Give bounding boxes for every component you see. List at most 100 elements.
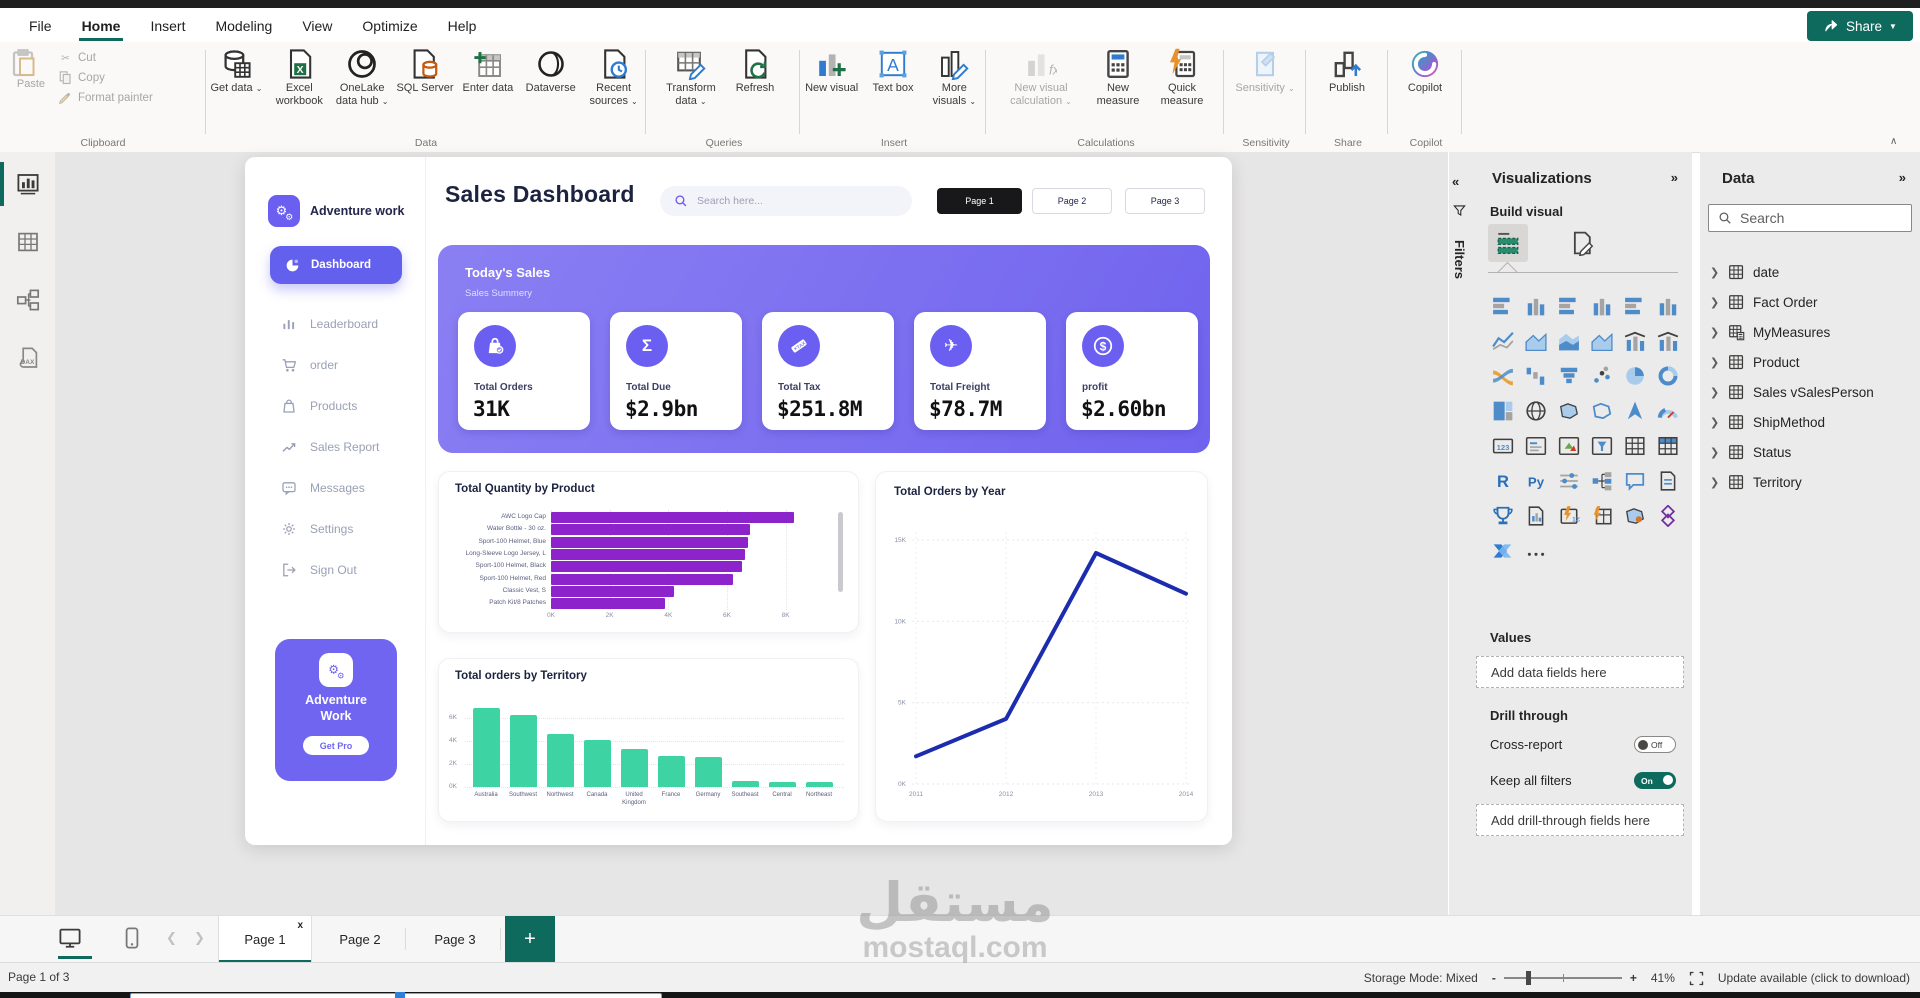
mobile-layout-button[interactable] xyxy=(120,926,144,950)
stacked-area-chart-icon[interactable] xyxy=(1552,323,1585,358)
power-automate-icon[interactable] xyxy=(1486,533,1519,568)
map-icon[interactable] xyxy=(1519,393,1552,428)
data-search-input[interactable]: Search xyxy=(1708,204,1912,232)
sql-server-button[interactable]: SQL Server xyxy=(395,48,456,108)
gauge-icon[interactable] xyxy=(1651,393,1684,428)
collapse-data-pane-icon[interactable]: » xyxy=(1899,170,1906,185)
quick-measure-button[interactable]: Quick measure xyxy=(1151,48,1213,108)
update-available-link[interactable]: Update available (click to download) xyxy=(1718,971,1910,985)
zoom-in-icon[interactable]: + xyxy=(1630,971,1637,985)
data-table-sales-vsalesperson[interactable]: ❯ Sales vSalesPerson xyxy=(1710,384,1874,401)
copilot-button[interactable]: Copilot xyxy=(1394,48,1456,95)
area-chart-icon[interactable] xyxy=(1519,323,1552,358)
waterfall-chart-icon[interactable] xyxy=(1519,358,1552,393)
slicer-icon[interactable] xyxy=(1585,428,1618,463)
clustered-column-chart-icon[interactable] xyxy=(1585,288,1618,323)
data-table-shipmethod[interactable]: ❯ ShipMethod xyxy=(1710,414,1825,431)
kpi-icon[interactable] xyxy=(1552,428,1585,463)
get-data-button[interactable]: Get data ⌄ xyxy=(206,48,267,108)
page-tab-page-1[interactable]: Page 1x xyxy=(218,916,312,963)
publish-button[interactable]: Publish xyxy=(1316,48,1378,95)
chevron-right-icon[interactable]: ❯ xyxy=(1710,386,1720,399)
sidebar-item-products[interactable]: Products xyxy=(281,398,357,414)
data-table-product[interactable]: ❯ Product xyxy=(1710,354,1800,371)
zoom-percentage[interactable]: 41% xyxy=(1651,971,1675,985)
next-page-arrow[interactable]: ❯ xyxy=(194,930,205,946)
custom-visual-icon[interactable] xyxy=(1651,498,1684,533)
arcgis-map-icon[interactable] xyxy=(1618,498,1651,533)
menu-help[interactable]: Help xyxy=(435,12,490,39)
sensitivity-button[interactable]: Sensitivity ⌄ xyxy=(1234,48,1296,95)
menu-insert[interactable]: Insert xyxy=(137,12,198,39)
stacked-bar-chart-icon[interactable] xyxy=(1486,288,1519,323)
pct-stacked-column-chart-icon[interactable] xyxy=(1651,288,1684,323)
cross-report-toggle[interactable]: Off xyxy=(1634,736,1676,753)
more-visuals-icon[interactable] xyxy=(1519,533,1552,568)
collapse-visualizations-icon[interactable]: » xyxy=(1671,170,1678,185)
chevron-right-icon[interactable]: ❯ xyxy=(1710,446,1720,459)
zoom-out-icon[interactable]: - xyxy=(1492,971,1496,985)
kpi-card-total-freight[interactable]: ✈ Total Freight $78.7M xyxy=(914,312,1046,430)
transform-data-button[interactable]: Transform data ⌄ xyxy=(660,48,722,108)
chevron-right-icon[interactable]: ❯ xyxy=(1710,296,1720,309)
sidebar-item-leaderboard[interactable]: Leaderboard xyxy=(281,316,378,332)
new-page-button[interactable]: + xyxy=(505,916,555,963)
chart-total-orders-by-territory[interactable]: Total orders by Territory 0K 2K 4K 6K Aus… xyxy=(438,658,859,822)
line-chart-icon[interactable] xyxy=(1486,323,1519,358)
menu-modeling[interactable]: Modeling xyxy=(202,12,285,39)
text-box-button[interactable]: A Text box xyxy=(863,48,922,108)
chevron-right-icon[interactable]: ❯ xyxy=(1710,266,1720,279)
clustered-bar-chart-icon[interactable] xyxy=(1552,288,1585,323)
desktop-layout-button[interactable] xyxy=(58,926,82,950)
menu-file[interactable]: File xyxy=(16,12,65,39)
onelake-data-hub-button[interactable]: OneLake data hub ⌄ xyxy=(332,48,393,108)
menu-home[interactable]: Home xyxy=(69,12,134,41)
table-icon[interactable] xyxy=(1618,428,1651,463)
excel-workbook-button[interactable]: X Excel workbook xyxy=(269,48,330,108)
keep-all-filters-toggle[interactable]: On xyxy=(1634,772,1676,789)
sidebar-item-sign-out[interactable]: Sign Out xyxy=(281,562,357,578)
report-page-button-1[interactable]: Page 1 xyxy=(937,188,1022,214)
close-page-icon[interactable]: x xyxy=(297,920,303,931)
dataverse-button[interactable]: Dataverse xyxy=(520,48,581,108)
kpi-card-total-due[interactable]: Σ Total Due $2.9bn xyxy=(610,312,742,430)
chart-total-orders-by-year[interactable]: Total Orders by Year 0K 5K 10K 15K 2011 2012 2… xyxy=(875,471,1208,822)
build-visual-tab[interactable] xyxy=(1488,224,1528,262)
chevron-right-icon[interactable]: ❯ xyxy=(1710,416,1720,429)
enter-data-button[interactable]: Enter data xyxy=(457,48,518,108)
page-tab-page-2[interactable]: Page 2 xyxy=(315,916,405,963)
recent-sources-button[interactable]: Recent sources ⌄ xyxy=(583,48,644,108)
expand-filters-icon[interactable]: « xyxy=(1452,174,1459,189)
add-data-fields-well[interactable]: Add data fields here xyxy=(1476,656,1684,688)
format-painter-button[interactable]: Format painter xyxy=(58,90,153,105)
copy-button[interactable]: Copy xyxy=(58,70,153,85)
sidebar-item-sales-report[interactable]: Sales Report xyxy=(281,439,379,455)
chevron-right-icon[interactable]: ❯ xyxy=(1710,476,1720,489)
funnel-chart-icon[interactable] xyxy=(1552,358,1585,393)
zoom-slider-handle[interactable] xyxy=(1525,971,1531,985)
zoom-slider[interactable]: - + xyxy=(1492,971,1637,985)
menu-view[interactable]: View xyxy=(289,12,345,39)
donut-chart-icon[interactable] xyxy=(1651,358,1684,393)
format-visual-tab[interactable] xyxy=(1562,224,1602,262)
sidebar-item-messages[interactable]: Messages xyxy=(281,480,365,496)
range-slicer-icon[interactable] xyxy=(1552,463,1585,498)
new-visual-calculation-button[interactable]: fx New visual calculation ⌄ xyxy=(997,48,1085,108)
metrics-icon[interactable] xyxy=(1486,498,1519,533)
data-table-status[interactable]: ❯ Status xyxy=(1710,444,1791,461)
previous-page-arrow[interactable]: ❮ xyxy=(166,930,177,946)
report-page-button-3[interactable]: Page 3 xyxy=(1125,188,1205,214)
kpi-card-profit[interactable]: $ profit $2.60bn xyxy=(1066,312,1198,430)
chart-scrollbar[interactable] xyxy=(838,512,843,592)
smart-narrative-icon[interactable] xyxy=(1651,463,1684,498)
refresh-button[interactable]: Refresh xyxy=(724,48,786,108)
kpi-card-total-orders[interactable]: Total Orders 31K xyxy=(458,312,590,430)
azure-map-icon[interactable] xyxy=(1618,393,1651,428)
new-measure-button[interactable]: New measure xyxy=(1087,48,1149,108)
filled-map-icon[interactable] xyxy=(1552,393,1585,428)
pct-stacked-bar-chart-icon[interactable] xyxy=(1618,288,1651,323)
report-page-button-2[interactable]: Page 2 xyxy=(1032,188,1112,214)
model-view-button[interactable] xyxy=(14,286,42,314)
stacked-column-chart-icon[interactable] xyxy=(1519,288,1552,323)
matrix-icon[interactable] xyxy=(1651,428,1684,463)
